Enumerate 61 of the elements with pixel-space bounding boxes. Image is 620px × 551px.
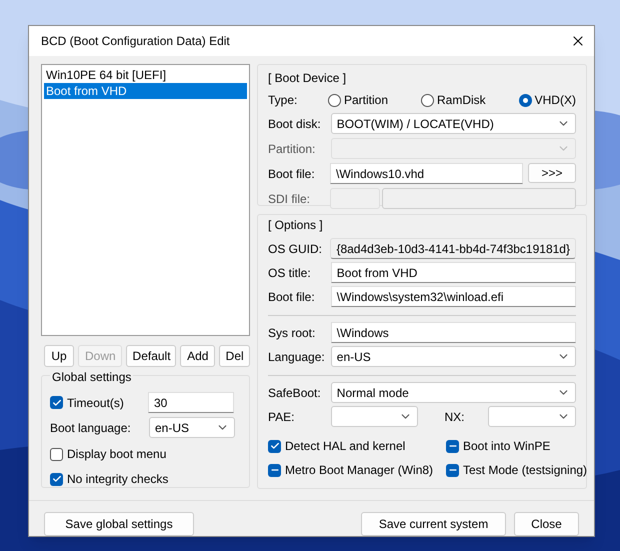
field-label: Boot language: bbox=[50, 420, 132, 436]
list-button[interactable]: Up bbox=[44, 345, 74, 367]
checkbox[interactable] bbox=[50, 472, 63, 486]
field-label: Partition: bbox=[268, 140, 316, 158]
checkbox[interactable] bbox=[268, 464, 281, 476]
dropdown[interactable]: Normal mode bbox=[330, 382, 576, 403]
radio-label: VHD(X) bbox=[534, 92, 576, 109]
field-label: Boot file: bbox=[268, 288, 316, 306]
check-icon bbox=[52, 474, 62, 484]
field-label: SDI file: bbox=[268, 190, 312, 208]
checkbox-label: Boot into WinPE bbox=[463, 438, 550, 455]
footer-button[interactable]: Close bbox=[514, 512, 579, 536]
radio-label: RamDisk bbox=[437, 92, 486, 109]
group-title: [ Options ] bbox=[268, 218, 323, 232]
field-label: Language: bbox=[268, 348, 326, 366]
list-button[interactable]: Default bbox=[126, 345, 176, 367]
check-icon bbox=[52, 398, 62, 408]
checkbox-label: No integrity checks bbox=[67, 471, 168, 488]
checkbox-label: Test Mode (testsigning) bbox=[463, 462, 588, 479]
field-label: NX: bbox=[443, 408, 466, 426]
entry-item[interactable]: Boot from VHD bbox=[44, 83, 247, 99]
checkbox[interactable] bbox=[50, 448, 63, 460]
sdi-field[interactable] bbox=[382, 188, 576, 209]
checkbox[interactable] bbox=[446, 440, 459, 452]
text-field[interactable]: \Windows bbox=[330, 322, 576, 343]
window-title: BCD (Boot Configuration Data) Edit bbox=[41, 33, 230, 50]
checkbox-label: Display boot menu bbox=[67, 446, 166, 463]
checkbox[interactable] bbox=[446, 464, 459, 476]
field-label: Boot disk: bbox=[268, 116, 322, 132]
field-label: PAE: bbox=[268, 408, 296, 426]
dropdown[interactable]: BOOT(WIM) / LOCATE(VHD) bbox=[330, 113, 576, 134]
guid-field[interactable]: {8ad4d3eb-10d3-4141-bb4d-74f3bc19181d} bbox=[330, 238, 576, 259]
field-label: SafeBoot: bbox=[268, 384, 322, 402]
footer-button[interactable]: Save current system bbox=[361, 512, 506, 536]
field-label: Sys root: bbox=[268, 324, 316, 342]
group-title: [ Boot Device ] bbox=[268, 71, 346, 85]
text-field[interactable]: Boot from VHD bbox=[330, 262, 576, 283]
browse-button[interactable]: >>> bbox=[528, 163, 576, 183]
checkbox[interactable] bbox=[50, 396, 63, 409]
radio-label: Partition bbox=[344, 92, 388, 109]
boot-file-field[interactable]: \Windows10.vhd bbox=[330, 163, 523, 184]
field-label: OS GUID: bbox=[268, 240, 324, 258]
checkbox-label: Metro Boot Manager (Win8) bbox=[285, 462, 434, 479]
list-button[interactable]: Del bbox=[218, 345, 250, 367]
list-button[interactable]: Add bbox=[180, 345, 215, 367]
checkbox[interactable] bbox=[268, 440, 281, 452]
text-field[interactable]: \Windows\system32\winload.efi bbox=[330, 286, 576, 307]
radio-button[interactable] bbox=[328, 94, 341, 106]
dropdown[interactable]: en-US bbox=[330, 346, 576, 367]
timeout-field[interactable]: 30 bbox=[148, 392, 234, 413]
checkbox-label: Timeout(s) bbox=[67, 394, 125, 412]
field-label: OS title: bbox=[268, 264, 312, 282]
boot-language-select[interactable]: en-US bbox=[149, 417, 235, 438]
entry-item[interactable]: Win10PE 64 bit [UEFI] bbox=[44, 67, 247, 83]
radio-button[interactable] bbox=[518, 94, 532, 106]
field-label: Type: bbox=[268, 92, 298, 109]
check-icon bbox=[270, 441, 280, 451]
checkbox-label: Detect HAL and kernel bbox=[285, 438, 406, 455]
field-label: Boot file: bbox=[268, 166, 316, 182]
footer-button[interactable]: Save global settings bbox=[44, 512, 194, 536]
radio-button[interactable] bbox=[421, 94, 434, 106]
